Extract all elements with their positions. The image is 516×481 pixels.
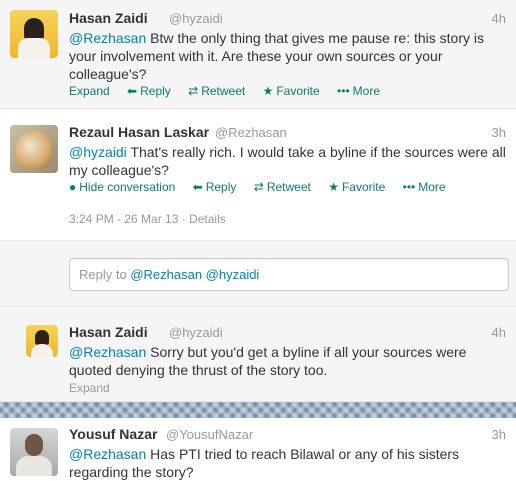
retweet-icon: ⇄ (253, 180, 264, 194)
tweet-timestamp: 3:24 PM - 26 Mar 13 (69, 212, 179, 226)
stream-divider-pattern (0, 402, 516, 418)
tweet-time[interactable]: 4h (492, 325, 506, 340)
tweet-time[interactable]: 3h (492, 427, 506, 442)
avatar[interactable] (26, 325, 58, 357)
tweet-actions: ● Hide conversation ⬅ Reply ⇄ Retweet ★ Favo… (69, 180, 460, 194)
tweet-text: @Rezhasan Sorry but you'd get a byline i… (69, 344, 467, 378)
retweet-button[interactable]: ⇄ Retweet (254, 180, 311, 194)
star-icon: ★ (328, 180, 339, 194)
favorite-button[interactable]: ★ Favorite (263, 84, 320, 98)
tweet-author-name[interactable]: Yousuf Nazar (69, 426, 157, 442)
tweet-text: @Rezhasan Btw the only thing that gives … (69, 30, 484, 82)
tweet-author-handle[interactable]: @Rezhasan (215, 125, 287, 140)
tweet-text: @Rezhasan Has PTI tried to reach Bilawal… (69, 446, 460, 480)
favorite-button[interactable]: ★ Favorite (328, 180, 385, 194)
tweet-time[interactable]: 3h (492, 125, 506, 140)
tweet-actions: Expand ⬅ Reply ⇄ Retweet ★ Favorite ••• More (69, 84, 394, 98)
tweet-item[interactable]: Hasan Zaidi @hyzaidi 4h @Rezhasan Btw th… (0, 0, 516, 109)
avatar[interactable] (10, 10, 58, 58)
tweet-author-handle[interactable]: @hyzaidi (169, 325, 223, 340)
expand-link[interactable]: Expand (69, 84, 110, 98)
tweet-text: @hyzaidi That's really rich. I would tak… (69, 144, 506, 178)
tweet-author-handle[interactable]: @YousufNazar (166, 427, 253, 442)
tweet-item[interactable]: Hasan Zaidi @hyzaidi 4h @Rezhasan Sorry … (0, 307, 516, 402)
hide-conversation-button[interactable]: ● Hide conversation (69, 180, 175, 194)
tweet-author-name[interactable]: Hasan Zaidi (69, 324, 148, 340)
avatar[interactable] (10, 125, 58, 173)
reply-button[interactable]: ⬅ Reply (193, 180, 237, 194)
reply-button[interactable]: ⬅ Reply (127, 84, 171, 98)
more-button[interactable]: ••• More (403, 180, 446, 194)
more-button[interactable]: ••• More (337, 84, 380, 98)
avatar[interactable] (10, 428, 58, 476)
tweet-author-name[interactable]: Hasan Zaidi (69, 10, 148, 26)
reply-area: Reply to @Rezhasan @hyzaidi (0, 241, 516, 307)
expand-link[interactable]: Expand (69, 381, 110, 395)
tweet-author-handle[interactable]: @hyzaidi (169, 11, 223, 26)
reply-input[interactable]: Reply to @Rezhasan @hyzaidi (69, 258, 509, 291)
star-icon: ★ (262, 84, 274, 98)
reply-arrow-icon: ⬅ (127, 84, 138, 98)
mention-link[interactable]: @Rezhasan (69, 30, 146, 46)
retweet-button[interactable]: ⇄ Retweet (188, 84, 245, 98)
reply-arrow-icon: ⬅ (192, 180, 203, 194)
reply-mentions: @Rezhasan @hyzaidi (130, 267, 260, 282)
retweet-icon: ⇄ (188, 84, 199, 98)
more-dots-icon: ••• (402, 180, 416, 194)
details-link[interactable]: Details (189, 212, 226, 226)
tweet-item-expanded[interactable]: Rezaul Hasan Laskar @Rezhasan 3h @hyzaid… (0, 109, 516, 241)
more-dots-icon: ••• (337, 84, 350, 98)
tweet-time[interactable]: 4h (492, 11, 506, 26)
mention-link[interactable]: @Rezhasan (69, 344, 146, 360)
mention-link[interactable]: @Rezhasan (69, 446, 146, 462)
mention-link[interactable]: @hyzaidi (69, 144, 127, 160)
tweet-item[interactable]: Yousuf Nazar @YousufNazar 3h @Rezhasan H… (0, 418, 516, 481)
tweet-author-name[interactable]: Rezaul Hasan Laskar (69, 124, 209, 140)
tweet-timestamp-row: 3:24 PM - 26 Mar 13 · Details (69, 212, 226, 226)
speech-bubble-icon: ● (69, 180, 77, 194)
tweet-actions: Expand (69, 381, 124, 395)
